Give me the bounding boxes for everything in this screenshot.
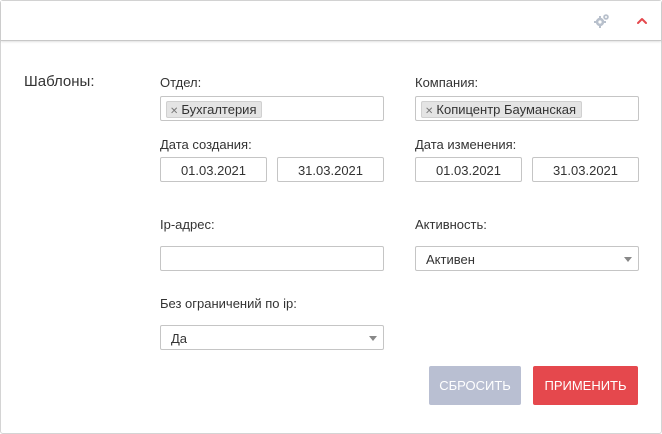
- chevron-up-icon[interactable]: [633, 12, 651, 30]
- created-date-to[interactable]: 31.03.2021: [277, 157, 384, 182]
- modified-date-from-value: 01.03.2021: [435, 163, 502, 178]
- ip-unlimited-select[interactable]: Да: [160, 325, 384, 350]
- modified-date-to[interactable]: 31.03.2021: [532, 157, 639, 182]
- panel-header: [1, 1, 661, 41]
- company-multiselect[interactable]: ✕ Копицентр Бауманская: [415, 96, 639, 121]
- ip-unlimited-select-value: Да: [171, 331, 188, 346]
- gears-icon[interactable]: [593, 12, 611, 30]
- modified-date-label: Дата изменения:: [415, 137, 517, 152]
- created-date-label: Дата создания:: [160, 137, 252, 152]
- company-tag-label: Копицентр Бауманская: [436, 102, 577, 117]
- department-label: Отдел:: [160, 75, 202, 90]
- dropdown-arrow-icon: [369, 336, 377, 341]
- apply-button[interactable]: ПРИМЕНИТЬ: [533, 366, 638, 405]
- department-multiselect[interactable]: ✕ Бухгалтерия: [160, 96, 384, 121]
- reset-button[interactable]: СБРОСИТЬ: [429, 366, 521, 405]
- filter-panel: Шаблоны: Отдел: ✕ Бухгалтерия Компания: ✕…: [0, 0, 662, 434]
- department-tag[interactable]: ✕ Бухгалтерия: [166, 101, 263, 119]
- company-tag[interactable]: ✕ Копицентр Бауманская: [421, 101, 583, 119]
- department-tag-label: Бухгалтерия: [181, 102, 257, 117]
- ip-input[interactable]: [160, 246, 384, 271]
- activity-select[interactable]: Активен: [415, 246, 639, 271]
- created-date-to-value: 31.03.2021: [297, 163, 364, 178]
- modified-date-from[interactable]: 01.03.2021: [415, 157, 522, 182]
- section-title: Шаблоны:: [24, 73, 95, 90]
- ip-unlimited-label: Без ограничений по ip:: [160, 296, 297, 311]
- remove-tag-icon[interactable]: ✕: [170, 104, 178, 119]
- ip-label: Ip-адрес:: [160, 217, 215, 232]
- created-date-from-value: 01.03.2021: [180, 163, 247, 178]
- dropdown-arrow-icon: [624, 257, 632, 262]
- activity-select-value: Активен: [426, 252, 475, 267]
- modified-date-to-value: 31.03.2021: [552, 163, 619, 178]
- activity-label: Активность:: [415, 217, 487, 232]
- company-label: Компания:: [415, 75, 479, 90]
- remove-tag-icon[interactable]: ✕: [425, 104, 433, 119]
- created-date-from[interactable]: 01.03.2021: [160, 157, 267, 182]
